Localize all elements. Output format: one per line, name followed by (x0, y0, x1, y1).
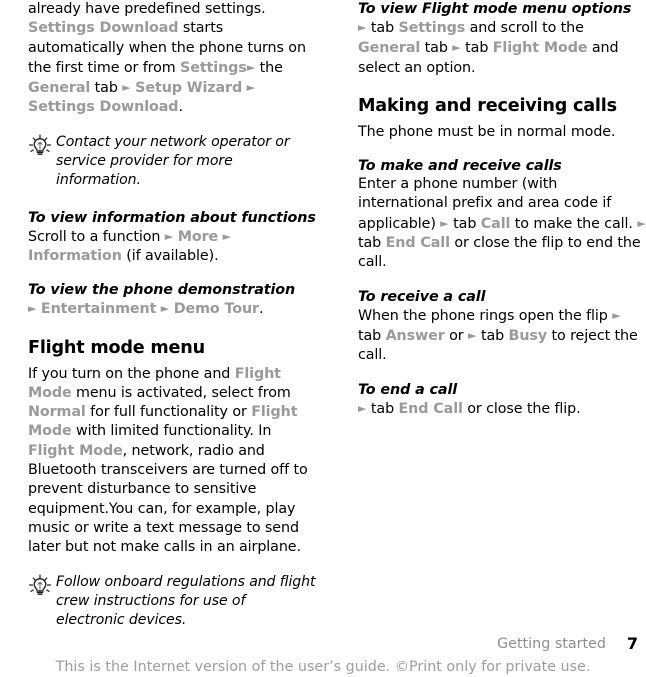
seg1: Scroll to a function (28, 228, 165, 245)
keyword-end-call: End Call (385, 235, 450, 252)
manual-page: already have predefined settings. Settin… (0, 0, 646, 677)
seg3: for full functionality or (85, 404, 252, 421)
paragraph-end-call: ► tab End Call or close the flip. (358, 399, 646, 419)
paragraph-view-options: ► tab Settings and scroll to the General… (358, 18, 646, 78)
keyword-settings-download: Settings Download (28, 20, 179, 37)
arrow-icon: ► (164, 229, 174, 243)
footer-chapter-label: Getting started (497, 636, 606, 652)
arrow-icon: ► (468, 328, 477, 342)
intro-seg6: . (178, 99, 183, 116)
lightbulb-tip-icon (28, 134, 52, 158)
intro-seg4: tab (90, 80, 123, 97)
keyword-more: More (177, 228, 219, 245)
sep: tab (366, 20, 399, 36)
keyword-general: General (28, 80, 91, 97)
keyword-answer: Answer (385, 327, 445, 344)
arrow-icon: ► (440, 216, 449, 230)
intro-seg1: already have predefined settings. (28, 1, 266, 17)
seg2: menu is activated, select from (71, 384, 291, 401)
arrow-icon: ► (122, 81, 131, 95)
arrow-icon: ► (160, 302, 170, 316)
keyword-settings: Settings (398, 20, 466, 36)
keyword-flight-mode: Flight Mode (492, 40, 588, 57)
lightbulb-tip-icon (28, 574, 52, 598)
footer-page-number: 7 (626, 634, 638, 653)
keyword-information: Information (28, 247, 122, 264)
tip-text: Follow onboard regulations and flight cr… (56, 573, 316, 629)
keyword-demo-tour: Demo Tour (173, 301, 259, 318)
arrow-icon: ► (612, 308, 621, 322)
keyword-setup-wizard: Setup Wizard (135, 80, 243, 97)
sep: tab (366, 400, 399, 417)
tip-text: Contact your network operator or service… (56, 133, 290, 189)
intro-paragraph: already have predefined settings. Settin… (28, 0, 316, 118)
keyword-end-call: End Call (398, 400, 463, 417)
heading-view-phone-demonstration: To view the phone demonstration (28, 282, 296, 299)
paragraph-demo: ► Entertainment ► Demo Tour. (28, 299, 316, 319)
keyword-general: General (358, 40, 421, 57)
intro-seg3: the (255, 59, 283, 76)
seg4: with limited functionality. In (71, 423, 272, 440)
right-column: To view Flight mode menu options ► tab S… (358, 0, 646, 419)
heading-flight-mode-menu: Flight mode menu (28, 337, 205, 358)
heading-view-information-about-functions: To view information about functions (28, 209, 316, 226)
keyword-settings-download-2: Settings Download (28, 99, 179, 116)
left-column: already have predefined settings. Settin… (28, 0, 316, 630)
seg2: or close the flip. (462, 400, 581, 417)
keyword-flight-mode-3: Flight Mode (28, 442, 123, 459)
arrow-icon: ► (246, 81, 256, 95)
seg1: When the phone rings open the flip (358, 307, 613, 324)
sep2: tab (476, 327, 509, 344)
arrow-icon: ► (246, 60, 256, 74)
seg3: . (258, 301, 264, 318)
seg5: , network, radio and Bluetooth transceiv… (28, 442, 308, 556)
paragraph-calls-intro: The phone must be in normal mode. (358, 123, 616, 140)
paragraph-receive-call: When the phone rings open the flip ► tab… (358, 306, 646, 366)
arrow-icon: ► (222, 229, 232, 243)
seg2: and scroll to the (465, 20, 584, 36)
seg3: (if available). (121, 247, 219, 264)
footer-legal-notice: This is the Internet version of the user… (55, 659, 591, 675)
seg3: tab (420, 40, 453, 57)
keyword-call: Call (480, 215, 511, 232)
heading-to-end-a-call: To end a call (358, 381, 458, 398)
keyword-entertainment: Entertainment (40, 301, 157, 318)
seg1: If you turn on the phone and (28, 365, 235, 382)
tip-note-network-operator: Contact your network operator or service… (28, 133, 316, 191)
sep: tab (448, 215, 481, 232)
heading-to-receive-a-call: To receive a call (358, 288, 486, 305)
seg2: or (444, 327, 469, 344)
heading-to-make-and-receive-calls: To make and receive calls (358, 158, 562, 175)
heading-view-flight-mode-menu-options: To view Flight mode menu options (358, 1, 632, 17)
paragraph-view-information: Scroll to a function ► More ► Informatio… (28, 227, 316, 267)
sep2: tab (460, 40, 493, 57)
seg2: to make the call. (510, 215, 638, 232)
keyword-busy: Busy (508, 327, 548, 344)
keyword-normal: Normal (28, 404, 86, 421)
keyword-settings: Settings (180, 59, 247, 76)
paragraph-make-receive: Enter a phone number (with international… (358, 175, 646, 272)
tip-note-onboard-regulations: Follow onboard regulations and flight cr… (28, 573, 316, 631)
arrow-icon: ► (637, 216, 646, 230)
arrow-icon: ► (452, 41, 461, 55)
sep: tab (358, 327, 386, 344)
sep2: tab (358, 235, 386, 252)
heading-making-and-receiving-calls: Making and receiving calls (358, 95, 617, 116)
paragraph-flight-mode: If you turn on the phone and Flight Mode… (28, 365, 316, 558)
